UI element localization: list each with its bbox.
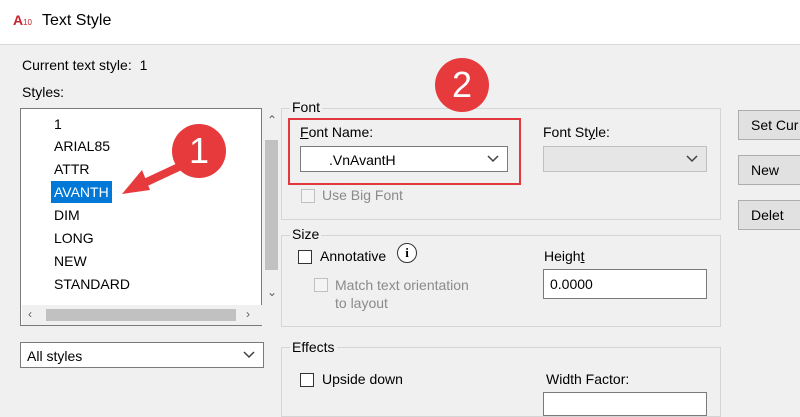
scroll-down-icon[interactable]: ⌄ (267, 285, 277, 299)
scroll-thumb[interactable] (265, 140, 278, 270)
list-item[interactable]: DIM (51, 204, 83, 226)
set-current-button[interactable]: Set Cur (738, 110, 800, 140)
styles-filter-dropdown[interactable]: All styles (20, 342, 264, 368)
scroll-right-icon[interactable]: › (246, 307, 250, 321)
list-item-selected[interactable]: AVANTH (51, 181, 112, 203)
upside-down-checkbox[interactable] (300, 373, 314, 387)
horizontal-scrollbar[interactable]: ‹ › (22, 305, 262, 325)
width-factor-label: Width Factor: (546, 371, 630, 387)
annotative-label: Annotative (320, 248, 387, 264)
chevron-down-icon (686, 155, 698, 163)
match-orientation-label: Match text orientation to layout (335, 277, 469, 311)
window-title: Text Style (42, 12, 112, 29)
styles-label: Styles: (22, 84, 65, 100)
info-icon[interactable]: i (397, 243, 417, 263)
delete-button[interactable]: Delet (738, 200, 800, 230)
upside-down-label: Upside down (322, 371, 403, 387)
list-item[interactable]: ATTR (51, 158, 93, 180)
annotative-checkbox[interactable] (298, 250, 312, 264)
autocad-app-icon: A 10 (12, 10, 36, 32)
width-factor-input[interactable] (543, 392, 707, 416)
svg-text:10: 10 (23, 18, 32, 27)
svg-text:A: A (13, 12, 23, 28)
title-bar: A 10 Text Style (0, 0, 800, 45)
new-button[interactable]: New (738, 155, 800, 185)
height-label: Height (544, 248, 585, 264)
font-style-label: Font Style: (543, 124, 610, 140)
list-item[interactable]: LONG (51, 227, 97, 249)
highlight-box (288, 118, 521, 185)
font-style-dropdown[interactable] (543, 146, 707, 172)
list-item[interactable]: STANDARD (51, 273, 133, 295)
callout-1: 1 (172, 124, 226, 178)
current-style-value: 1 (139, 57, 148, 73)
current-style-label: Current text style: 1 (22, 57, 148, 73)
scroll-left-icon[interactable]: ‹ (28, 307, 32, 321)
use-big-font-checkbox[interactable] (301, 189, 315, 203)
use-big-font-label: Use Big Font (322, 187, 403, 203)
list-item[interactable]: NEW (51, 250, 90, 272)
font-group-label: Font (290, 99, 323, 115)
scroll-thumb[interactable] (46, 309, 236, 321)
chevron-down-icon (243, 351, 255, 359)
list-item[interactable]: ARIAL85 (51, 135, 113, 157)
height-input[interactable] (543, 269, 707, 299)
callout-2: 2 (435, 58, 489, 112)
effects-group-label: Effects (290, 339, 337, 355)
size-group-label: Size (290, 226, 322, 242)
scroll-up-icon[interactable]: ⌃ (267, 113, 277, 127)
vertical-scrollbar[interactable]: ⌃ ⌄ (262, 110, 281, 305)
match-orientation-checkbox[interactable] (314, 278, 328, 292)
list-item[interactable]: 1 (51, 113, 65, 135)
